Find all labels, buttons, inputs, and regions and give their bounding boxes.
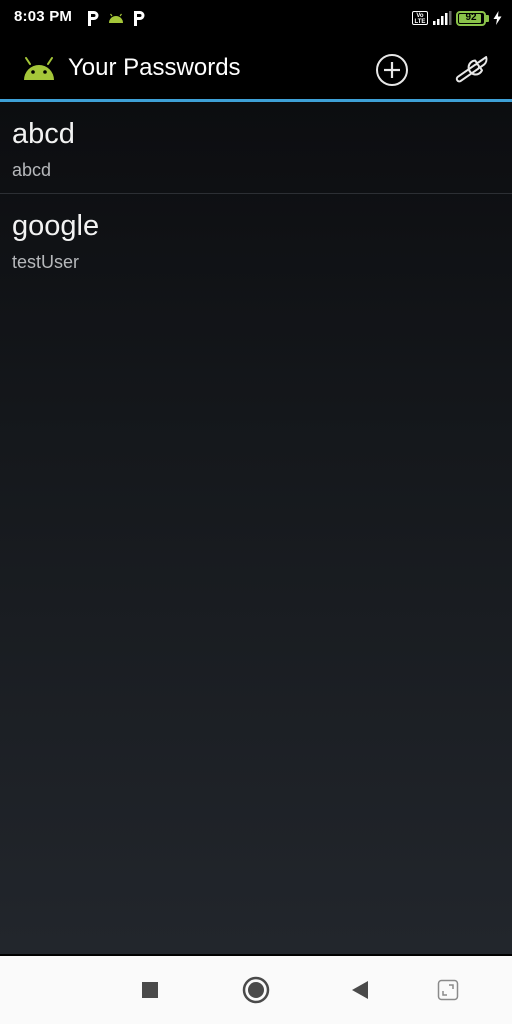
list-item[interactable]: google testUser [0,194,512,286]
item-subtitle: abcd [12,160,52,180]
item-title: google [12,210,100,242]
screen: 8:03 PM Vo LTE 92 Your Passwords abcd ab… [0,0,512,1024]
page-title: Your Passwords [68,54,241,81]
battery-tip [486,14,489,22]
charging-icon [493,11,502,25]
recents-button[interactable] [136,976,164,1004]
status-right-icons: Vo LTE 92 [412,8,502,28]
password-list: abcd abcd google testUser [0,102,512,954]
screenshot-button[interactable] [434,976,462,1004]
item-subtitle: testUser [12,252,80,272]
battery-icon: 92 [456,10,486,26]
android-icon [24,57,54,80]
add-icon [376,54,408,86]
wrench-icon [455,56,488,83]
p-icon [88,11,99,26]
item-title: abcd [12,118,75,150]
volte-icon: Vo LTE [412,11,428,25]
status-bar: 8:03 PM Vo LTE 92 [0,0,512,36]
android-icon [109,13,123,23]
add-password-button[interactable] [372,50,412,90]
status-time: 8:03 PM [14,8,73,25]
screenshot-icon [437,979,459,1001]
home-button[interactable] [242,976,270,1004]
settings-button[interactable] [448,50,496,90]
navigation-bar [0,954,512,1024]
notification-icons [86,8,146,28]
action-bar: Your Passwords [0,36,512,100]
list-item[interactable]: abcd abcd [0,102,512,194]
back-icon [352,981,368,999]
signal-icon [433,11,452,25]
battery-percent: 92 [465,11,477,23]
p-icon [134,11,145,26]
recents-icon [142,982,158,998]
home-icon [242,976,270,1004]
back-button[interactable] [346,976,374,1004]
